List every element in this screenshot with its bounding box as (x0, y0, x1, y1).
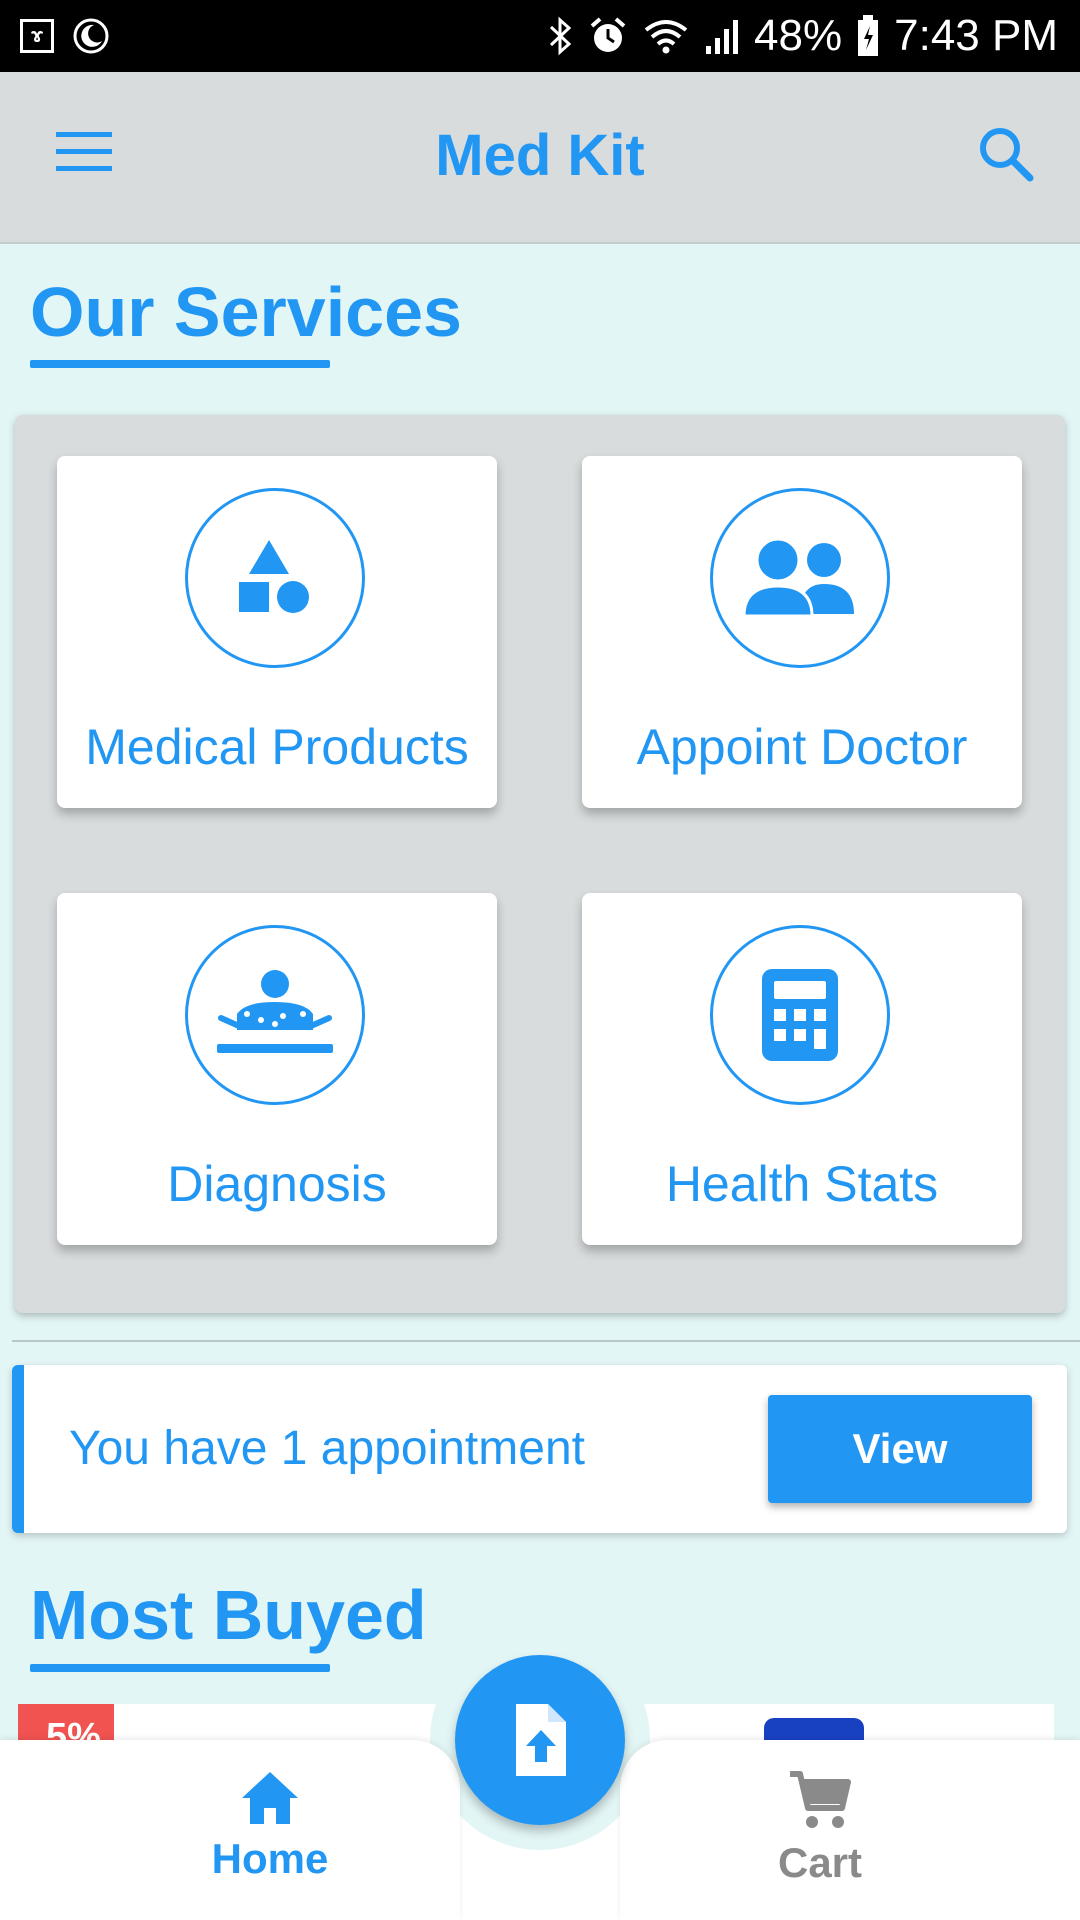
app-title: Med Kit (435, 123, 645, 188)
most-buyed-heading-underline (30, 1664, 330, 1672)
nav-cart-label: Cart (777, 1839, 863, 1886)
shapes-icon (239, 540, 309, 613)
services-heading: Our Services (30, 273, 462, 351)
notification-app-icon: ɤ (20, 19, 54, 53)
wifi-icon (644, 20, 688, 54)
view-appointment-button[interactable]: View (768, 1395, 1032, 1503)
appointment-banner: You have 1 appointment View (12, 1365, 1067, 1533)
home-icon (242, 1772, 298, 1824)
cart-icon (790, 1771, 851, 1828)
night-mode-icon (73, 18, 109, 54)
search-button[interactable] (976, 124, 1036, 184)
service-icon-circle (185, 488, 365, 668)
divider (12, 1340, 1080, 1342)
status-left-icons: ɤ (0, 17, 110, 55)
battery-icon (858, 15, 879, 56)
service-card-health-stats[interactable]: Health Stats (582, 893, 1022, 1245)
alarm-icon (590, 17, 626, 52)
nav-home[interactable]: Home (170, 1770, 370, 1883)
service-card-appoint-doctor[interactable]: Appoint Doctor (582, 456, 1022, 808)
file-upload-icon (516, 1704, 566, 1776)
patient-bed-icon (217, 970, 333, 1053)
service-icon-circle (710, 488, 890, 668)
status-bar: ɤ 48% 7:43 PM (0, 0, 1080, 72)
search-icon (980, 128, 1034, 182)
service-label: Appoint Doctor (636, 719, 968, 775)
service-icon-circle (185, 925, 365, 1105)
clock: 7:43 PM (894, 11, 1058, 60)
most-buyed-heading: Most Buyed (30, 1576, 427, 1654)
nav-home-label: Home (211, 1835, 329, 1882)
service-label: Health Stats (665, 1156, 939, 1212)
nav-cart[interactable]: Cart (720, 1770, 920, 1887)
bluetooth-icon (550, 16, 572, 56)
service-label: Diagnosis (167, 1156, 387, 1212)
appointment-message: You have 1 appointment (69, 1422, 585, 1475)
services-panel: Medical Products Appoint Doctor Diagnosi… (15, 415, 1065, 1313)
app-bar: Med Kit (0, 72, 1080, 244)
services-heading-underline (30, 360, 330, 368)
service-card-diagnosis[interactable]: Diagnosis (57, 893, 497, 1245)
calculator-icon (762, 969, 838, 1061)
battery-percent: 48% (754, 11, 843, 60)
signal-icon (706, 20, 739, 54)
people-icon (742, 538, 854, 618)
service-label: Medical Products (85, 719, 469, 775)
status-right-icons: 48% 7:43 PM (548, 11, 1080, 61)
service-icon-circle (710, 925, 890, 1105)
service-card-medical-products[interactable]: Medical Products (57, 456, 497, 808)
upload-prescription-fab[interactable] (455, 1655, 625, 1825)
